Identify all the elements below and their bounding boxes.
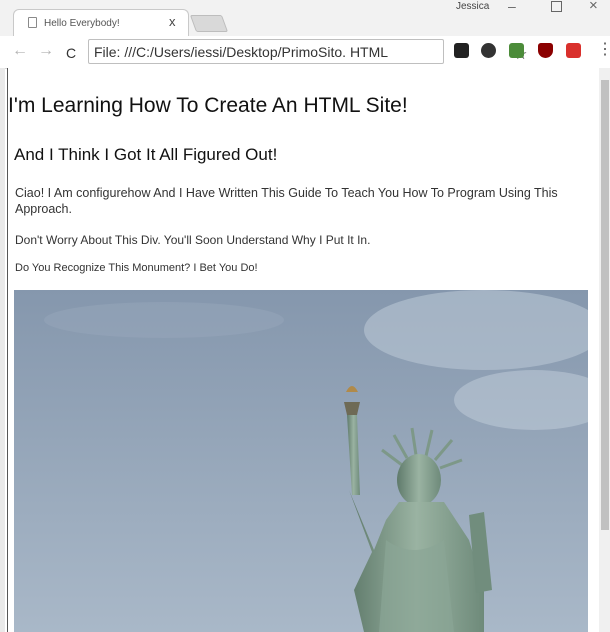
address-bar[interactable]: File: ///C:/Users/iessi/Desktop/PrimoSit… — [88, 39, 527, 64]
scrollbar-thumb[interactable] — [601, 80, 609, 530]
back-arrow-icon[interactable]: ← — [12, 42, 28, 60]
ublock-icon[interactable] — [538, 43, 553, 58]
tab-title: Hello Everybody! — [44, 18, 120, 29]
page-heading: I'm Learning How To Create An HTML Site! — [8, 94, 408, 117]
minimize-button[interactable]: – — [508, 0, 516, 14]
intro-paragraph: Ciao! I Am configurehow And I Have Writt… — [15, 186, 558, 216]
page-subheading: And I Think I Got It All Figured Out! — [14, 145, 278, 164]
extension-icon[interactable] — [509, 43, 524, 58]
statue-of-liberty-photo — [14, 290, 588, 632]
address-text: File: ///C:/Users/iessi/Desktop/PrimoSit… — [94, 44, 389, 60]
page-content: I'm Learning How To Create An HTML Site!… — [8, 68, 599, 632]
monument-question: Do You Recognize This Monument? I Bet Yo… — [15, 262, 258, 274]
maximize-button[interactable] — [551, 1, 562, 12]
window-edge — [0, 68, 5, 632]
div-note: Don't Worry About This Div. You'll Soon … — [15, 233, 371, 247]
close-window-button[interactable]: × — [589, 0, 598, 14]
extension-icon[interactable] — [566, 43, 581, 58]
address-prefix: C — [66, 45, 77, 61]
extension-icon[interactable] — [481, 43, 496, 58]
menu-icon[interactable]: ⋮ — [597, 42, 610, 58]
profile-name[interactable]: Jessica — [456, 1, 489, 12]
new-tab-button[interactable] — [189, 15, 229, 32]
photo-illustration — [14, 290, 588, 632]
tab-close-button[interactable]: x — [169, 14, 176, 29]
file-icon — [28, 17, 37, 28]
browser-titlebar: Hello Everybody! x Jessica – × — [0, 0, 610, 36]
evernote-icon[interactable] — [454, 43, 469, 58]
browser-tab[interactable]: Hello Everybody! x — [13, 9, 189, 36]
forward-arrow-icon[interactable]: → — [38, 42, 54, 60]
browser-toolbar: ← → File: ///C:/Users/iessi/Desktop/Prim… — [0, 36, 610, 69]
